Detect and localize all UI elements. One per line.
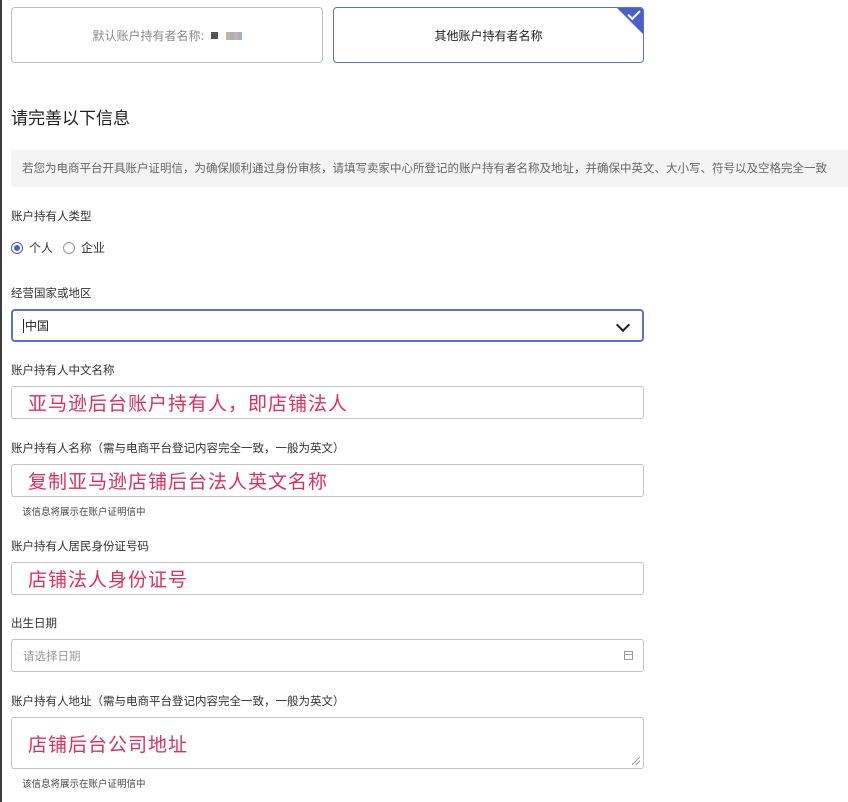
window-left-edge xyxy=(0,0,2,802)
holder-name-input[interactable]: 复制亚马逊店铺后台法人英文名称 xyxy=(11,464,644,497)
holder-type-radio-group: 个人 企业 xyxy=(11,239,115,256)
id-number-label: 账户持有人居民身份证号码 xyxy=(11,539,149,553)
other-holder-name-card[interactable]: 其他账户持有者名称 xyxy=(333,7,644,63)
notice-banner: 若您为电商平台开具账户证明信，为确保顺利通过身份审核，请填写卖家中心所登记的账户… xyxy=(11,150,848,187)
radio-individual[interactable] xyxy=(11,241,23,254)
radio-enterprise[interactable] xyxy=(63,241,76,254)
address-label: 账户持有人地址（需与电商平台登记内容完全一致，一般为英文） xyxy=(11,694,345,708)
address-value: 店铺后台公司地址 xyxy=(28,734,189,756)
cn-name-value: 亚马逊后台账户持有人，即店铺法人 xyxy=(28,393,349,415)
id-number-value: 店铺法人身份证号 xyxy=(28,569,189,591)
holder-type-label: 账户持有人类型 xyxy=(11,209,92,223)
holder-name-label: 账户持有人名称（需与电商平台登记内容完全一致，一般为英文） xyxy=(11,441,345,455)
default-holder-name-card[interactable]: 默认账户持有者名称: xyxy=(11,7,323,63)
birth-date-label: 出生日期 xyxy=(11,616,57,630)
address-hint: 该信息将展示在账户证明信中 xyxy=(22,779,146,790)
birth-date-placeholder: 请选择日期 xyxy=(23,648,81,663)
country-label: 经营国家或地区 xyxy=(11,286,92,300)
chevron-down-icon[interactable] xyxy=(615,317,631,333)
country-value: 中国 xyxy=(25,319,50,333)
cn-name-label: 账户持有人中文名称 xyxy=(11,363,115,377)
birth-date-picker[interactable]: 请选择日期 xyxy=(11,639,644,672)
address-textarea[interactable]: 店铺后台公司地址 xyxy=(11,717,644,769)
holder-name-hint: 该信息将展示在账户证明信中 xyxy=(22,507,146,518)
other-holder-name-label: 其他账户持有者名称 xyxy=(434,28,543,43)
redacted-name-image xyxy=(210,28,242,42)
cn-name-input[interactable]: 亚马逊后台账户持有人，即店铺法人 xyxy=(11,386,644,419)
default-holder-name-label: 默认账户持有者名称: xyxy=(92,28,205,43)
radio-enterprise-label[interactable]: 企业 xyxy=(81,239,105,256)
section-title: 请完善以下信息 xyxy=(11,109,130,129)
resize-handle-icon[interactable] xyxy=(632,757,640,765)
text-cursor xyxy=(23,318,24,333)
radio-individual-label[interactable]: 个人 xyxy=(29,239,53,256)
id-number-input[interactable]: 店铺法人身份证号 xyxy=(11,562,644,595)
account-holder-form: 默认账户持有者名称: 其他账户持有者名称 请完善以下信息 若您为电商平台开具账户… xyxy=(0,0,848,802)
country-select[interactable]: 中国 xyxy=(11,309,644,342)
calendar-icon[interactable] xyxy=(624,651,633,660)
holder-name-value: 复制亚马逊店铺后台法人英文名称 xyxy=(28,471,329,493)
